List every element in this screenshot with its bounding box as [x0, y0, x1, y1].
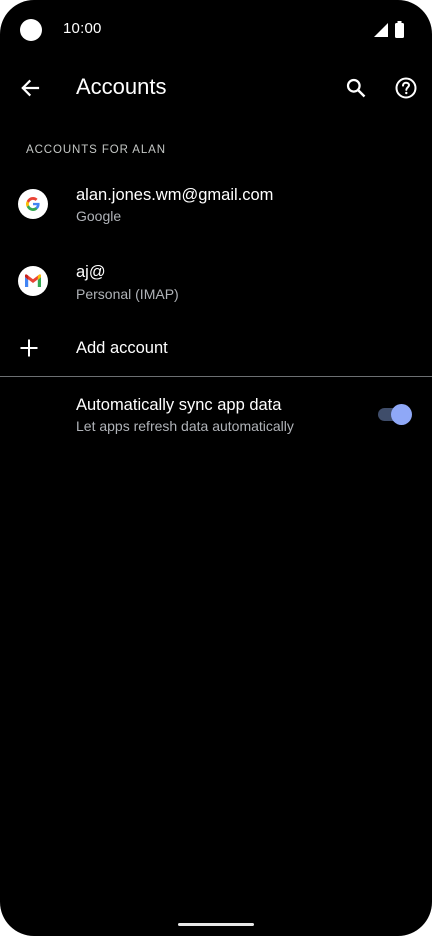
app-bar: Accounts [0, 60, 432, 116]
account-row-imap[interactable]: aj@ Personal (IMAP) [0, 250, 432, 314]
search-icon [346, 78, 366, 98]
arrow-back-icon [21, 79, 40, 97]
status-bar: 10:00 [0, 0, 432, 60]
plus-icon [20, 339, 38, 357]
help-icon [395, 77, 417, 99]
battery-icon [395, 21, 404, 38]
sync-toggle[interactable] [378, 403, 412, 425]
sync-setting-row[interactable]: Automatically sync app data Let apps ref… [0, 386, 432, 450]
signal-icon [374, 23, 388, 37]
sync-subtitle: Let apps refresh data automatically [76, 418, 294, 434]
account-type: Personal (IMAP) [76, 286, 179, 302]
account-email: aj@ [76, 263, 106, 281]
toggle-thumb [391, 404, 412, 425]
account-type: Google [76, 208, 122, 224]
sync-title: Automatically sync app data [76, 396, 282, 414]
status-time: 10:00 [63, 20, 102, 37]
add-account-label: Add account [76, 339, 168, 357]
gmail-icon [18, 266, 48, 296]
camera-cutout [20, 19, 42, 41]
help-button[interactable] [385, 67, 427, 109]
search-button[interactable] [335, 67, 377, 109]
add-account-button[interactable]: Add account [0, 324, 432, 374]
home-indicator[interactable] [178, 923, 254, 926]
divider [0, 376, 432, 377]
account-row-google[interactable]: alan.jones.wm@gmail.com Google [0, 172, 432, 236]
screen: 10:00 Accounts ACCOUNTS FOR ALAN alan.jo… [0, 0, 432, 936]
section-header: ACCOUNTS FOR ALAN [26, 144, 166, 156]
account-email: alan.jones.wm@gmail.com [76, 186, 274, 204]
back-button[interactable] [10, 68, 50, 108]
google-icon [18, 189, 48, 219]
page-title: Accounts [76, 74, 167, 99]
